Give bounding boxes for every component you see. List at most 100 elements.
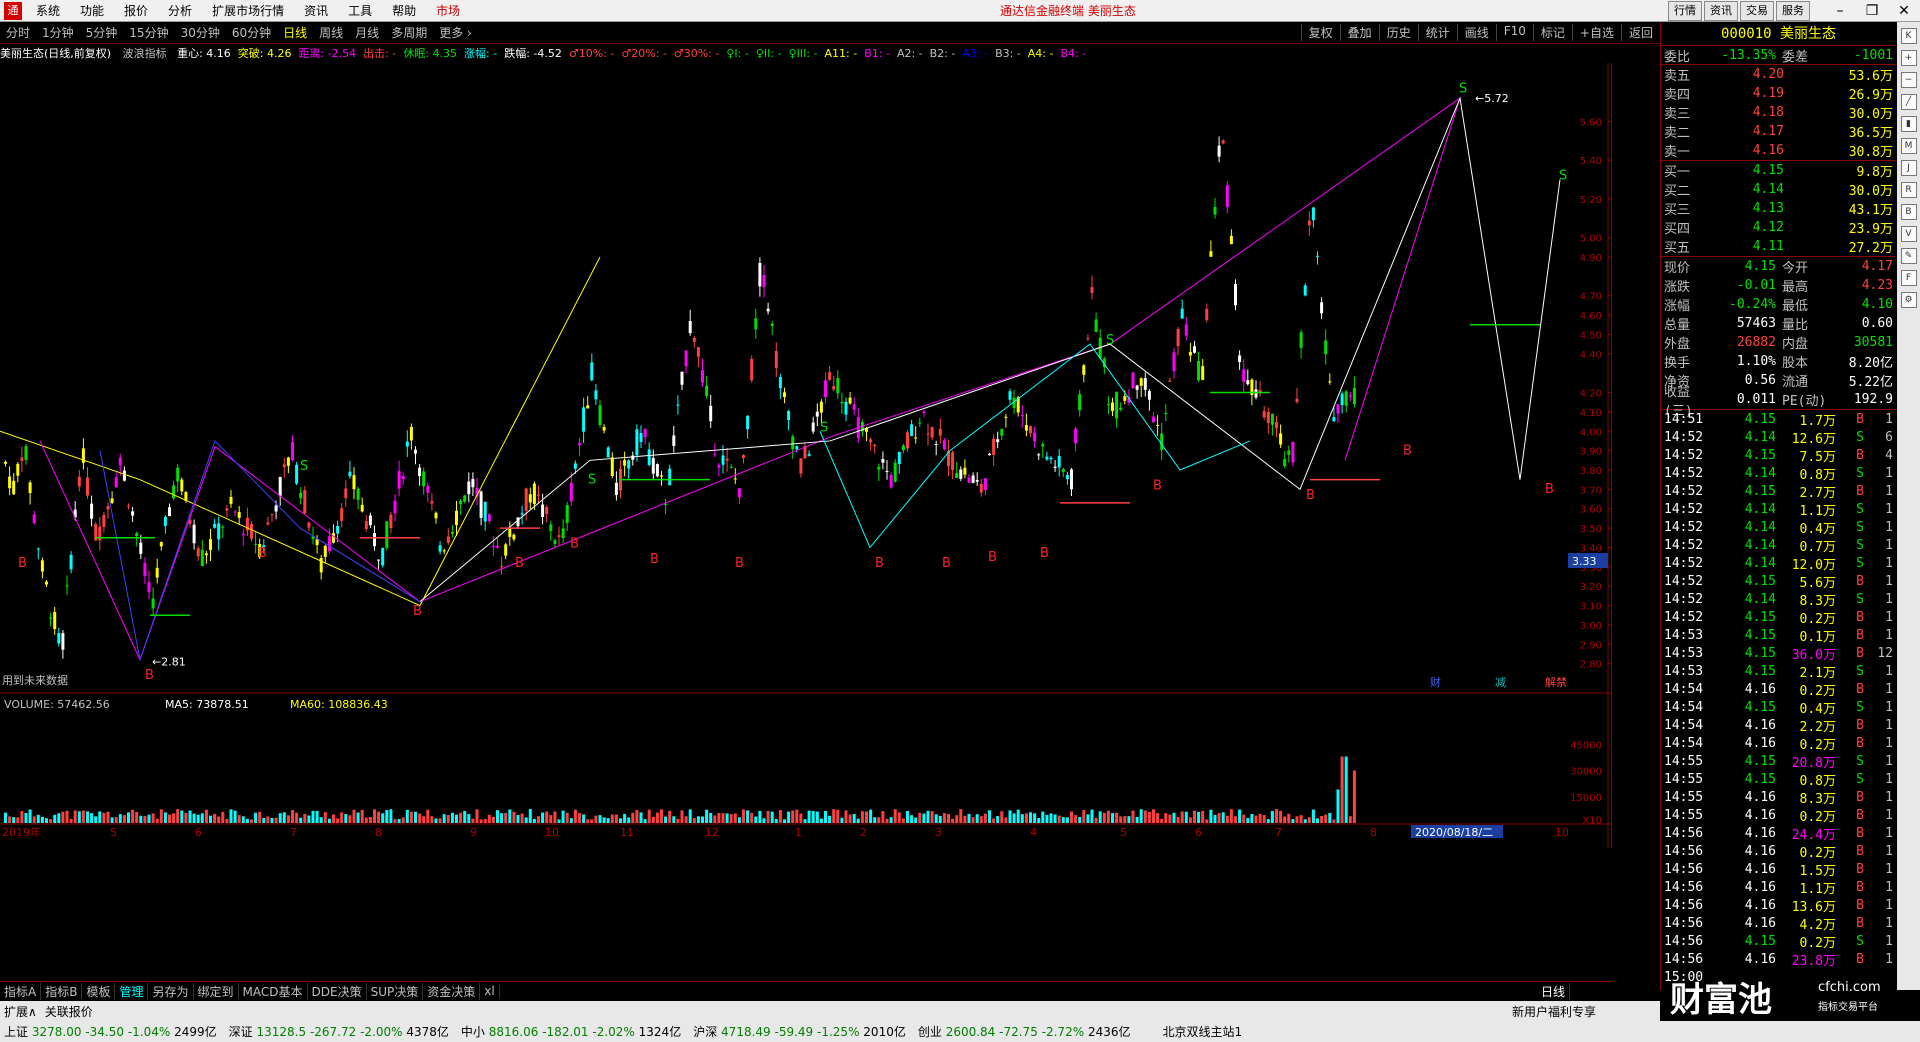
- period-more[interactable]: 更多 ›: [433, 24, 478, 41]
- menu-ext-market[interactable]: 扩展市场行情: [202, 0, 294, 22]
- toolbar-boll-icon[interactable]: B: [1900, 204, 1917, 220]
- period-weekly[interactable]: 周线: [313, 24, 349, 41]
- period-15min[interactable]: 15分钟: [123, 24, 174, 41]
- close-icon[interactable]: ✕: [1888, 3, 1920, 19]
- candle-body: [766, 308, 770, 312]
- volume-bar: [49, 819, 53, 823]
- indicator-tab[interactable]: 绑定到: [194, 982, 239, 1000]
- period-monthly[interactable]: 月线: [349, 24, 385, 41]
- menu-quote[interactable]: 报价: [114, 0, 158, 22]
- period-30min[interactable]: 30分钟: [175, 24, 226, 41]
- period-1min[interactable]: 1分钟: [36, 24, 80, 41]
- toolbar-f10-icon[interactable]: F: [1900, 270, 1917, 286]
- index-quote[interactable]: 创业 2600.84 -72.75 -2.72% 2436亿: [914, 1023, 1139, 1040]
- candle-body: [1238, 355, 1242, 362]
- index-quote[interactable]: 上证 3278.00 -34.50 -1.04% 2499亿: [0, 1023, 225, 1040]
- indicator-tab[interactable]: 另存为: [148, 982, 194, 1000]
- indicator-tab[interactable]: 指标B: [41, 982, 83, 1000]
- toolbar-rsi-icon[interactable]: R: [1900, 182, 1917, 198]
- toolbar-vol-icon[interactable]: V: [1900, 226, 1917, 242]
- tick-time: 14:56: [1664, 861, 1704, 877]
- index-price: 3278.00: [31, 1025, 82, 1039]
- stat-row: 总量 57463 量比 0.60: [1661, 314, 1896, 333]
- period-5min[interactable]: 5分钟: [80, 24, 124, 41]
- add-watchlist-button[interactable]: +自选: [1571, 24, 1621, 41]
- toolbar-pen-icon[interactable]: ✎: [1900, 248, 1917, 264]
- toolbar-zoom-in-icon[interactable]: +: [1900, 50, 1917, 66]
- tick-time: 14:56: [1664, 825, 1704, 841]
- index-quote[interactable]: 中小 8816.06 -182.01 -2.02% 1324亿: [457, 1023, 689, 1040]
- stock-code: 000010: [1720, 26, 1772, 42]
- period-label[interactable]: 日线: [1537, 982, 1570, 1000]
- restore-rights-button[interactable]: 复权: [1300, 24, 1340, 41]
- draw-line-button[interactable]: 画线: [1456, 24, 1496, 41]
- volume-bar: [832, 809, 836, 823]
- server-status[interactable]: 北京双线主站1: [1158, 1023, 1250, 1040]
- volume-bar: [438, 818, 442, 823]
- menu-tools[interactable]: 工具: [338, 0, 382, 22]
- tick-volume: 12.6万: [1791, 431, 1836, 447]
- index-quote[interactable]: 深证 13128.5 -267.72 -2.00% 4378亿: [225, 1023, 457, 1040]
- index-quote[interactable]: 沪深 4718.49 -59.49 -1.25% 2010亿: [689, 1023, 914, 1040]
- menu-function[interactable]: 功能: [70, 0, 114, 22]
- indicator-tab[interactable]: SUP决策: [367, 982, 424, 1000]
- period-60min[interactable]: 60分钟: [226, 24, 277, 41]
- volume-bar: [1262, 815, 1266, 823]
- volume-bar: [545, 811, 549, 823]
- menu-system[interactable]: 系统: [26, 0, 70, 22]
- indicator-tab[interactable]: 模板: [82, 982, 116, 1000]
- menu-market[interactable]: 市场: [426, 0, 470, 22]
- back-button[interactable]: 返回: [1620, 24, 1660, 41]
- toolbar-kline-icon[interactable]: K: [1900, 28, 1917, 44]
- maximize-icon[interactable]: ❐: [1856, 3, 1888, 19]
- menu-analysis[interactable]: 分析: [158, 0, 202, 22]
- menu-help[interactable]: 帮助: [382, 0, 426, 22]
- history-button[interactable]: 历史: [1378, 24, 1418, 41]
- news-button[interactable]: 资讯: [1704, 0, 1738, 21]
- toolbar-bar-icon[interactable]: ▮: [1900, 116, 1917, 132]
- ask-price: 4.19: [1752, 86, 1784, 101]
- candle-body: [635, 429, 639, 456]
- toolbar-kdj-icon[interactable]: J: [1900, 160, 1917, 176]
- volume-bar: [143, 815, 147, 823]
- menu-news[interactable]: 资讯: [294, 0, 338, 22]
- tick-list[interactable]: 14:51 4.15 1.7万 B 1 14:52 4.14 12.6万 S 6 14:52 4.15…: [1661, 410, 1896, 986]
- stats-button[interactable]: 统计: [1417, 24, 1457, 41]
- overlay-button[interactable]: 叠加: [1339, 24, 1379, 41]
- minimize-icon[interactable]: –: [1824, 3, 1856, 19]
- expand-button[interactable]: 扩展∧: [0, 1003, 41, 1020]
- indicator-tab[interactable]: 资金决策: [423, 982, 481, 1000]
- toolbar-macd-icon[interactable]: M: [1900, 138, 1917, 154]
- indicator-tab[interactable]: 管理: [115, 982, 149, 1000]
- volume-bar: [1299, 815, 1303, 823]
- quote-button[interactable]: 行情: [1668, 0, 1702, 21]
- period-daily[interactable]: 日线: [277, 24, 313, 41]
- candle-body: [1324, 340, 1328, 355]
- volume-bar: [1135, 816, 1139, 823]
- period-timeshare[interactable]: 分时: [0, 24, 36, 41]
- indicator-tab[interactable]: DDE决策: [308, 982, 367, 1000]
- toolbar-zoom-out-icon[interactable]: −: [1900, 72, 1917, 88]
- service-button[interactable]: 服务: [1776, 0, 1810, 21]
- mark-button[interactable]: 标记: [1532, 24, 1572, 41]
- trade-button[interactable]: 交易: [1740, 0, 1774, 21]
- indicator-tab[interactable]: 指标A: [0, 982, 42, 1000]
- stat-label: 最高: [1782, 280, 1809, 295]
- period-multi[interactable]: 多周期: [385, 24, 433, 41]
- candle-body: [528, 494, 532, 503]
- candle-body: [40, 560, 44, 572]
- indicator-name[interactable]: 波浪指标: [123, 47, 167, 60]
- indicator-tab[interactable]: MACD基本: [239, 982, 308, 1000]
- candle-body: [922, 411, 926, 413]
- event-marker: 解禁: [1545, 675, 1567, 689]
- toolbar-line-icon[interactable]: ╱: [1900, 94, 1917, 110]
- toolbar-settings-icon[interactable]: ⚙: [1900, 292, 1917, 308]
- kline-chart[interactable]: 5.60 5.40 5.20 5.00 4.90 4.70 4.60 4.50 4.40 4.20…: [0, 63, 1660, 848]
- f10-button[interactable]: F10: [1495, 24, 1533, 41]
- chart-area[interactable]: 5.60 5.40 5.20 5.00 4.90 4.70 4.60 4.50 4.40 4.20…: [0, 63, 1612, 848]
- promo-link[interactable]: 新用户福利专享: [1508, 1003, 1600, 1020]
- indicator-tab[interactable]: xl: [480, 984, 500, 998]
- candle-body: [352, 475, 356, 490]
- related-quote-button[interactable]: 关联报价: [41, 1003, 97, 1020]
- candle-body: [594, 390, 598, 400]
